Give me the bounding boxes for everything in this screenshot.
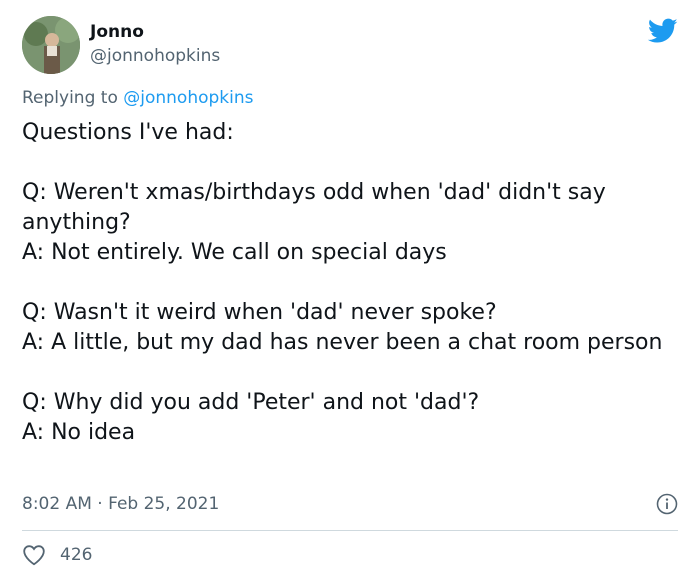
heart-icon: [23, 545, 45, 566]
user-handle[interactable]: @jonnohopkins: [90, 45, 220, 67]
tweet-line: A: No idea: [22, 420, 136, 445]
replying-to: Replying to @jonnohopkins: [22, 87, 254, 109]
info-icon[interactable]: [656, 493, 678, 515]
tweet-line: Q: Why did you add 'Peter' and not 'dad'…: [22, 390, 480, 415]
tweet-line: Questions I've had:: [22, 120, 234, 145]
tweet-date[interactable]: Feb 25, 2021: [108, 494, 219, 514]
twitter-bird-icon[interactable]: [647, 18, 678, 44]
tweet-line: Q: Wasn't it weird when 'dad' never spok…: [22, 300, 497, 325]
avatar[interactable]: [22, 16, 80, 74]
tweet-timestamp: 8:02 AM · Feb 25, 2021: [22, 493, 219, 515]
like-count: 426: [60, 545, 93, 565]
like-button[interactable]: 426: [22, 544, 92, 566]
divider: [22, 530, 678, 531]
tweet-line: A: Not entirely. We call on special days: [22, 240, 447, 265]
tweet-line: A: A little, but my dad has never been a…: [22, 330, 663, 355]
replying-to-label: Replying to: [22, 88, 124, 108]
tweet-line: Q: Weren't xmas/birthdays odd when 'dad'…: [22, 180, 606, 235]
tweet-text: Questions I've had: Q: Weren't xmas/birt…: [22, 118, 682, 448]
tweet-time[interactable]: 8:02 AM: [22, 494, 92, 514]
tweet-card: Jonno @jonnohopkins Replying to @jonnoho…: [0, 0, 700, 585]
meta-separator: ·: [91, 494, 109, 514]
user-name[interactable]: Jonno: [90, 21, 144, 43]
reply-handle-link[interactable]: @jonnohopkins: [123, 88, 253, 108]
